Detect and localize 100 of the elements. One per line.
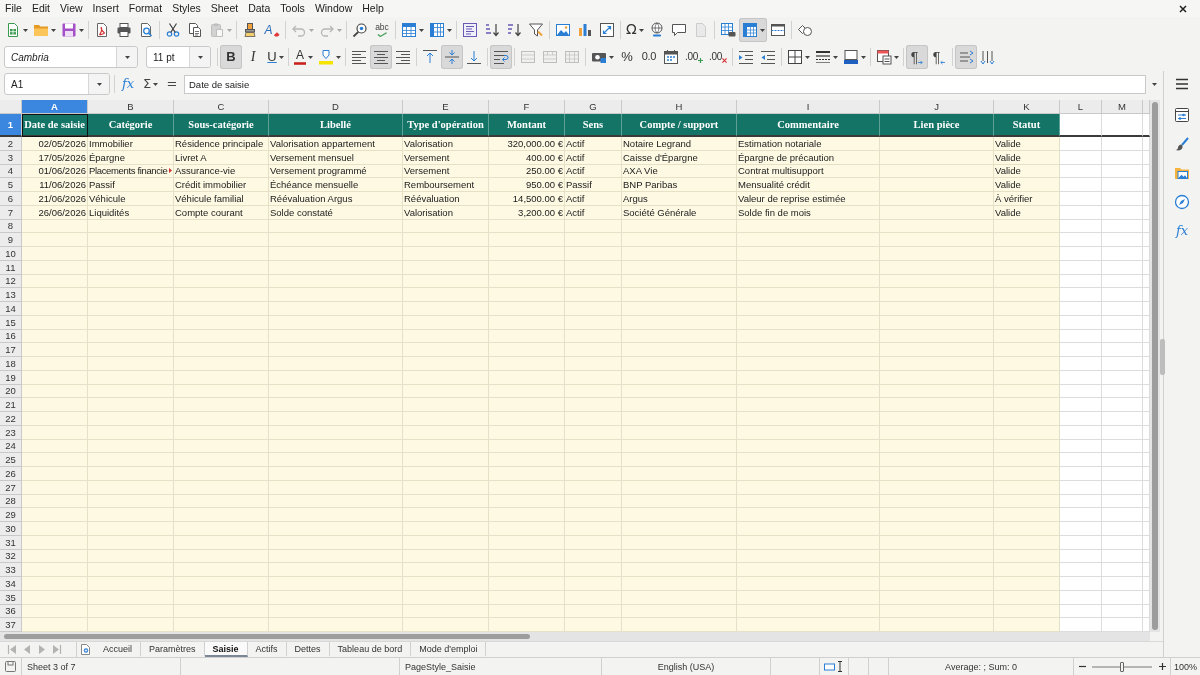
column-letter[interactable]: J (880, 100, 994, 114)
table-cell: Estimation notariale (737, 137, 880, 151)
properties-icon (1174, 107, 1190, 123)
table-cell: Crédit immobilier (174, 178, 269, 192)
column-letter[interactable]: M (1102, 100, 1143, 114)
row-number[interactable]: 13 (0, 288, 22, 302)
column-letter[interactable]: H (622, 100, 737, 114)
underline-button[interactable]: U (264, 45, 286, 69)
zoom-percentage: 100% (1174, 661, 1197, 672)
name-box[interactable]: A1 (4, 73, 110, 95)
caret-icon (337, 28, 342, 32)
row-number[interactable]: 33 (0, 563, 22, 577)
row-number[interactable]: 18 (0, 357, 22, 371)
arrow-right-icon (918, 60, 924, 66)
globe-link-icon (648, 22, 665, 38)
row-number[interactable]: 26 (0, 467, 22, 481)
clear-formatting-button[interactable]: A (261, 18, 283, 42)
percent-format-button[interactable]: % (616, 45, 638, 69)
table-cell: Actif (565, 192, 622, 206)
row-number[interactable]: 9 (0, 233, 22, 247)
menu-item[interactable]: Format (123, 0, 168, 17)
sidebar-collapse-handle[interactable] (1160, 339, 1165, 375)
italic-button[interactable]: I (242, 45, 264, 69)
align-center-button[interactable] (370, 45, 392, 69)
add-decimal-button[interactable]: .00 (682, 45, 706, 69)
indent-decrease-icon (760, 49, 777, 65)
right-to-left-button[interactable]: ¶ (928, 45, 951, 69)
horizontal-scrollbar[interactable] (0, 632, 1150, 641)
table-header-cell: Sous-catégorie (174, 114, 269, 137)
menu-item[interactable]: Help (357, 0, 389, 17)
menu-item[interactable]: Data (243, 0, 276, 17)
caret-icon (278, 55, 284, 59)
column-letter[interactable]: B (88, 100, 174, 114)
row-number[interactable]: 34 (0, 577, 22, 591)
freeze-rows-columns-button[interactable] (738, 18, 767, 42)
row-number[interactable]: 6 (0, 192, 22, 206)
wrap-text-button[interactable] (490, 45, 512, 69)
menu-item[interactable]: View (55, 0, 88, 17)
menu-item[interactable]: Edit (26, 0, 55, 17)
row-number[interactable]: 25 (0, 453, 22, 467)
font-name-field[interactable]: Cambria (4, 46, 138, 68)
column-letter[interactable]: D (269, 100, 403, 114)
font-color-button[interactable]: A (291, 45, 315, 69)
row-number[interactable]: 2 (0, 137, 22, 151)
column-letter[interactable]: G (565, 100, 622, 114)
table-header-cell: Sens (565, 114, 622, 137)
caret-icon (153, 82, 159, 86)
row-number[interactable]: 17 (0, 343, 22, 357)
row-number[interactable]: 21 (0, 398, 22, 412)
table-cell: 14,500.00 € (489, 192, 565, 206)
formula-button[interactable]: = (161, 72, 183, 96)
compass-icon (1174, 194, 1190, 210)
menu-item[interactable]: Sheet (205, 0, 244, 17)
sort-descending-icon (506, 22, 522, 38)
column-letter[interactable]: C (174, 100, 269, 114)
column-letter[interactable]: I (737, 100, 880, 114)
table-rows-icon (401, 22, 417, 38)
column-letter[interactable]: L (1060, 100, 1102, 114)
menu-item[interactable]: Tools (275, 0, 310, 17)
font-size-field[interactable]: 11 pt (146, 46, 211, 68)
row-number[interactable]: 29 (0, 508, 22, 522)
special-character-button[interactable]: Ω (623, 18, 646, 42)
copy-documents-icon (187, 22, 203, 38)
table-cell: Immobilier (88, 137, 174, 151)
formula-input[interactable]: Date de saisie (184, 74, 1146, 94)
menu-item[interactable]: Styles (167, 0, 206, 17)
functions-button[interactable]: fx (1171, 220, 1193, 242)
eraser-icon (272, 30, 280, 38)
delete-decimal-button[interactable]: .00 (706, 45, 731, 69)
row-number[interactable]: 22 (0, 412, 22, 426)
left-to-right-button[interactable]: ¶ (906, 45, 929, 69)
column-letter[interactable]: A (22, 100, 88, 114)
number-format-button[interactable]: 0.0 (638, 45, 660, 69)
row-number[interactable]: 14 (0, 302, 22, 316)
column-letter[interactable]: E (403, 100, 489, 114)
sheet-tab[interactable]: Saisie (204, 642, 248, 657)
triangle-left-icon (21, 645, 32, 654)
column-letter[interactable]: K (994, 100, 1060, 114)
menu-item[interactable]: Window (309, 0, 358, 17)
scrollbar-thumb[interactable] (4, 634, 530, 639)
caret-icon (1151, 82, 1157, 86)
zoom-in-button[interactable] (1157, 660, 1167, 673)
row-number[interactable]: 5 (0, 178, 22, 192)
row-number[interactable]: 1 (0, 114, 22, 137)
caret-icon (861, 55, 867, 59)
printer-icon (116, 22, 132, 38)
row-number[interactable]: 37 (0, 618, 22, 632)
sort-list-icon (462, 22, 478, 38)
row-number[interactable]: 30 (0, 522, 22, 536)
row-number[interactable]: 10 (0, 247, 22, 261)
menu-item[interactable]: Insert (87, 0, 124, 17)
function-wizard-button[interactable]: fx (117, 72, 139, 96)
slider-thumb[interactable] (1120, 661, 1124, 672)
column-letter[interactable]: F (489, 100, 565, 114)
sum-button[interactable]: Σ (139, 72, 161, 96)
table-cell: Valide (994, 137, 1060, 151)
calendar-icon (663, 49, 679, 65)
spelling-button[interactable]: abc (371, 18, 393, 42)
bold-button[interactable]: B (220, 45, 242, 69)
menu-item[interactable]: File (0, 0, 27, 17)
